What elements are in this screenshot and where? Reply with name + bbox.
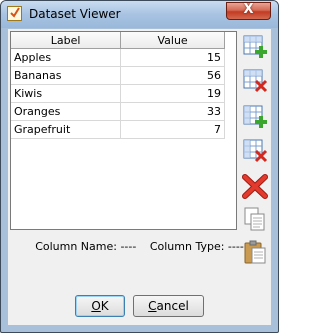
cell-label[interactable]: Bananas bbox=[11, 66, 122, 85]
window-title: Dataset Viewer bbox=[29, 7, 121, 21]
table-row[interactable]: Bananas 56 bbox=[11, 66, 225, 85]
cell-label[interactable]: Apples bbox=[11, 48, 122, 67]
clear-button[interactable] bbox=[242, 173, 268, 199]
cancel-mnemonic: C bbox=[148, 299, 157, 313]
delete-column-icon bbox=[243, 139, 268, 163]
column-name-label: Column Name: ---- bbox=[35, 240, 137, 253]
cell-value[interactable]: 15 bbox=[120, 48, 225, 67]
column-info: Column Name: ---- Column Type: ---- bbox=[8, 240, 271, 253]
close-button[interactable]: X bbox=[226, 2, 271, 20]
table-row[interactable]: Grapefruit 7 bbox=[11, 120, 225, 139]
add-row-icon bbox=[243, 35, 267, 58]
app-check-icon bbox=[7, 6, 22, 21]
cancel-button[interactable]: Cancel bbox=[133, 295, 204, 317]
copy-icon bbox=[244, 207, 265, 231]
copy-button[interactable] bbox=[242, 206, 268, 232]
column-type-label: Column Type: ---- bbox=[149, 240, 244, 253]
clear-icon bbox=[242, 174, 268, 199]
close-icon: X bbox=[243, 2, 254, 17]
cell-label[interactable]: Oranges bbox=[11, 102, 122, 121]
delete-row-icon bbox=[243, 69, 268, 93]
table-row[interactable]: Kiwis 19 bbox=[11, 84, 225, 103]
ok-label: K bbox=[100, 299, 109, 313]
cell-value[interactable]: 33 bbox=[120, 102, 225, 121]
dataset-table[interactable]: Label Value Apples 15 Bananas 56 Kiwis 1… bbox=[10, 31, 237, 230]
ok-button[interactable]: OK bbox=[75, 295, 125, 317]
delete-row-button[interactable] bbox=[242, 68, 268, 94]
cell-value[interactable]: 19 bbox=[120, 84, 225, 103]
cancel-label: ancel bbox=[156, 299, 189, 313]
dataset-viewer-window: Dataset Viewer X Label Value Apples 15 B… bbox=[0, 0, 279, 333]
table-row[interactable]: Oranges 33 bbox=[11, 102, 225, 121]
delete-column-button[interactable] bbox=[242, 138, 268, 164]
cell-label[interactable]: Kiwis bbox=[11, 84, 122, 103]
column-header-value[interactable]: Value bbox=[120, 32, 225, 49]
title-bar[interactable]: Dataset Viewer X bbox=[1, 1, 278, 28]
cell-value[interactable]: 7 bbox=[120, 120, 225, 139]
add-row-button[interactable] bbox=[242, 34, 268, 60]
cell-value[interactable]: 56 bbox=[120, 66, 225, 85]
ok-mnemonic: O bbox=[91, 299, 101, 313]
dialog-body: Label Value Apples 15 Bananas 56 Kiwis 1… bbox=[8, 29, 271, 325]
add-column-icon bbox=[243, 105, 267, 128]
table-row[interactable]: Apples 15 bbox=[11, 48, 225, 67]
column-header-label[interactable]: Label bbox=[11, 32, 122, 49]
add-column-button[interactable] bbox=[242, 104, 268, 130]
cell-label[interactable]: Grapefruit bbox=[11, 120, 122, 139]
